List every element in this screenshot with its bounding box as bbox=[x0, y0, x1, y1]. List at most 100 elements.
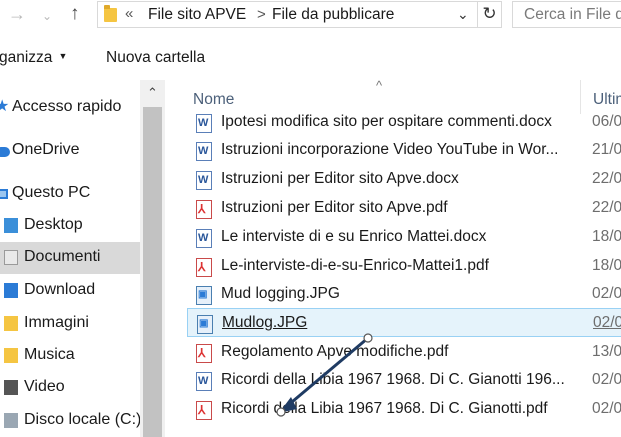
file-row[interactable]: W Le interviste di e su Enrico Mattei.do… bbox=[187, 223, 621, 252]
pdf-document-icon: ⅄ bbox=[196, 344, 212, 363]
download-folder-icon bbox=[4, 283, 18, 298]
documents-folder-icon bbox=[4, 250, 18, 265]
pdf-document-icon: ⅄ bbox=[196, 258, 212, 277]
video-folder-icon bbox=[4, 380, 18, 395]
refresh-icon[interactable]: ↻ bbox=[477, 2, 501, 27]
nav-label: Accesso rapido bbox=[12, 98, 122, 115]
file-name: Ipotesi modifica sito per ospitare comme… bbox=[221, 113, 552, 130]
caret-down-icon: ▼ bbox=[58, 51, 68, 61]
file-date: 02/0 bbox=[592, 371, 621, 388]
file-row[interactable]: ⅄ Ricordi della Libia 1967 1968. Di C. G… bbox=[187, 395, 621, 424]
file-name: Mudlog.JPG bbox=[222, 314, 308, 331]
file-date: 02/0 bbox=[592, 285, 621, 302]
file-date: 13/0 bbox=[592, 343, 621, 360]
pdf-document-icon: ⅄ bbox=[196, 401, 212, 420]
file-date: 02/0 bbox=[593, 314, 621, 331]
sort-ascending-icon: ^ bbox=[376, 80, 383, 93]
cloud-icon bbox=[0, 147, 10, 157]
file-row[interactable]: ⅄ Le-interviste-di-e-su-Enrico-Mattei1.p… bbox=[187, 252, 621, 281]
word-document-icon: W bbox=[196, 171, 212, 190]
nav-item-documents[interactable]: Documenti bbox=[0, 242, 140, 274]
file-name: Mud logging.JPG bbox=[221, 285, 340, 302]
file-row[interactable]: ▣ Mud logging.JPG 02/0 bbox=[187, 280, 621, 309]
nav-item-music[interactable]: Musica bbox=[0, 340, 140, 372]
folder-icon bbox=[104, 5, 117, 22]
command-bar: ganizza ▼ Nuova cartella bbox=[0, 40, 621, 76]
file-name: Le-interviste-di-e-su-Enrico-Mattei1.pdf bbox=[221, 257, 489, 274]
file-date: 21/0 bbox=[592, 141, 621, 158]
music-folder-icon bbox=[4, 348, 18, 363]
nav-label: Download bbox=[24, 281, 96, 298]
word-document-icon: W bbox=[196, 229, 212, 248]
nav-item-desktop[interactable]: Desktop bbox=[0, 210, 140, 242]
file-date: 06/0 bbox=[592, 113, 621, 130]
nav-scrollbar[interactable]: ⌃ bbox=[140, 80, 165, 437]
file-name: Le interviste di e su Enrico Mattei.docx bbox=[221, 228, 487, 245]
file-row-selected[interactable]: ▣ Mudlog.JPG 02/0 bbox=[187, 308, 621, 337]
disk-icon bbox=[4, 413, 18, 428]
image-file-icon: ▣ bbox=[197, 315, 213, 334]
nav-item-download[interactable]: Download bbox=[0, 275, 140, 307]
address-box[interactable]: « File sito APVE > File da pubblicare ⌄ … bbox=[97, 1, 502, 28]
pdf-document-icon: ⅄ bbox=[196, 200, 212, 219]
organize-label: ganizza bbox=[0, 49, 53, 66]
nav-item-quick-access[interactable]: ★ Accesso rapido bbox=[0, 92, 140, 124]
file-row[interactable]: ⅄ Regolamento Apve modifiche.pdf 13/0 bbox=[187, 338, 621, 367]
file-name: Regolamento Apve modifiche.pdf bbox=[221, 343, 449, 360]
scroll-up-icon[interactable]: ⌃ bbox=[140, 80, 165, 105]
image-file-icon: ▣ bbox=[196, 286, 212, 305]
word-document-icon: W bbox=[196, 372, 212, 391]
nav-item-pictures[interactable]: Immagini bbox=[0, 308, 140, 340]
nav-label: Musica bbox=[24, 346, 75, 363]
file-date: 18/0 bbox=[592, 228, 621, 245]
file-name: Istruzioni per Editor sito Apve.pdf bbox=[221, 199, 448, 216]
nav-label: Desktop bbox=[24, 216, 83, 233]
nav-item-onedrive[interactable]: OneDrive bbox=[0, 135, 140, 167]
file-name: Ricordi della Libia 1967 1968. Di C. Gia… bbox=[221, 371, 565, 388]
breadcrumb-file-sito-apve[interactable]: File sito APVE bbox=[148, 6, 246, 24]
nav-label: Video bbox=[24, 378, 65, 395]
organize-menu[interactable]: ganizza ▼ bbox=[0, 49, 67, 67]
file-name: Ricordi della Libia 1967 1968. Di C. Gia… bbox=[221, 400, 548, 417]
file-date: 02/0 bbox=[592, 400, 621, 417]
nav-label: OneDrive bbox=[12, 141, 80, 158]
file-date: 22/0 bbox=[592, 170, 621, 187]
nav-label: Immagini bbox=[24, 314, 89, 331]
breadcrumb-separator[interactable]: > bbox=[257, 6, 266, 23]
file-date: 18/0 bbox=[592, 257, 621, 274]
file-row[interactable]: ⅄ Istruzioni per Editor sito Apve.pdf 22… bbox=[187, 194, 621, 223]
overflow-icon[interactable]: « bbox=[125, 5, 133, 22]
word-document-icon: W bbox=[196, 114, 212, 133]
computer-icon bbox=[0, 189, 8, 199]
arrow-right-icon[interactable]: → bbox=[8, 4, 26, 25]
address-dropdown-icon[interactable]: ⌄ bbox=[457, 6, 469, 23]
nav-label: Disco locale (C:) bbox=[24, 411, 142, 428]
file-row[interactable]: W Ricordi della Libia 1967 1968. Di C. G… bbox=[187, 366, 621, 395]
nav-item-video[interactable]: Video bbox=[0, 372, 140, 404]
address-bar-row: → ⌄ ↑ « File sito APVE > File da pubblic… bbox=[0, 0, 621, 30]
new-folder-button[interactable]: Nuova cartella bbox=[106, 49, 205, 67]
file-date: 22/0 bbox=[592, 199, 621, 216]
chevron-down-icon[interactable]: ⌄ bbox=[42, 9, 52, 23]
pictures-folder-icon bbox=[4, 316, 18, 331]
scrollbar-thumb[interactable] bbox=[143, 107, 162, 437]
file-row[interactable]: W Istruzioni incorporazione Video YouTub… bbox=[187, 136, 621, 165]
column-header-date[interactable]: Ultim bbox=[593, 91, 621, 109]
nav-item-this-pc[interactable]: Questo PC bbox=[0, 178, 140, 210]
desktop-folder-icon bbox=[4, 218, 18, 233]
file-row[interactable]: W Istruzioni per Editor sito Apve.docx 2… bbox=[187, 165, 621, 194]
search-placeholder: Cerca in File d bbox=[524, 6, 621, 23]
breadcrumb-file-da-pubblicare[interactable]: File da pubblicare bbox=[272, 6, 394, 24]
file-name: Istruzioni per Editor sito Apve.docx bbox=[221, 170, 459, 187]
search-input[interactable]: Cerca in File d bbox=[512, 1, 621, 28]
nav-label: Questo PC bbox=[12, 184, 91, 201]
file-name: Istruzioni incorporazione Video YouTube … bbox=[221, 141, 559, 158]
nav-label: Documenti bbox=[24, 248, 101, 265]
word-document-icon: W bbox=[196, 142, 212, 161]
nav-item-local-disk[interactable]: Disco locale (C:) bbox=[0, 405, 142, 437]
arrow-up-icon[interactable]: ↑ bbox=[70, 3, 80, 25]
column-header-name[interactable]: Nome bbox=[193, 91, 234, 109]
star-icon: ★ bbox=[0, 98, 10, 115]
file-list-pane: ^ Nome Ultim W Ipotesi modifica sito per… bbox=[166, 80, 621, 437]
file-row[interactable]: W Ipotesi modifica sito per ospitare com… bbox=[187, 108, 621, 137]
